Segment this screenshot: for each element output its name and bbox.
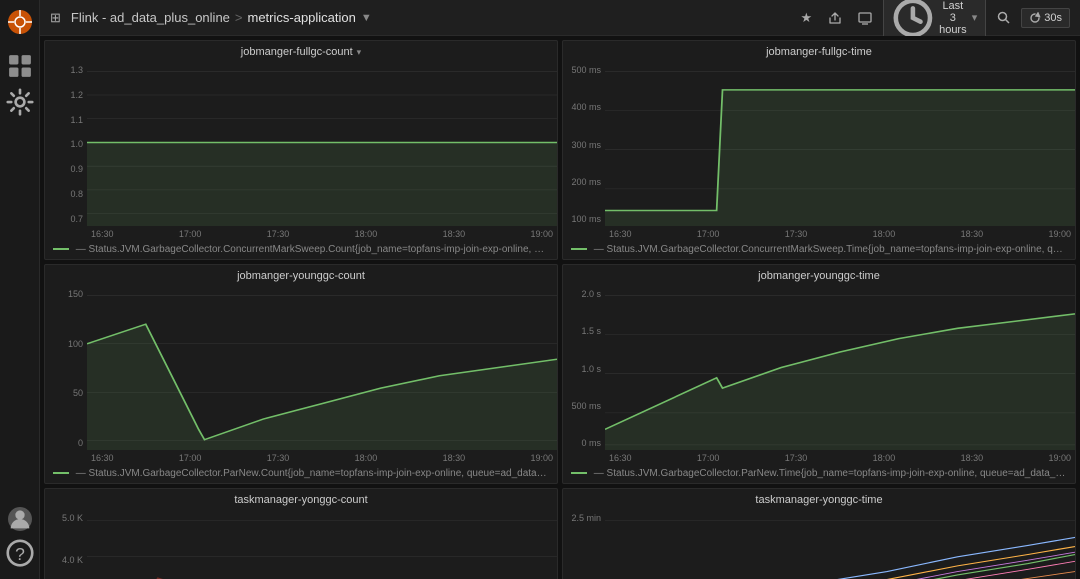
search-button[interactable] [992,8,1015,27]
sidebar: ? [0,0,40,579]
chart-svg-2 [605,61,1075,226]
legend-text-3: — Status.JVM.GarbageCollector.ParNew.Cou… [76,468,557,479]
breadcrumb-dropdown-icon[interactable]: ▼ [361,12,372,24]
panel-title-4: jobmanger-younggc-time [758,270,880,282]
chart-area-4: 16:30 17:00 17:30 18:00 18:30 19:00 [605,285,1075,466]
breadcrumb-separator: > [235,10,243,25]
legend-line-icon-4 [571,472,587,474]
panel-header-4: jobmanger-younggc-time [563,265,1075,285]
breadcrumb-current: metrics-application [248,10,356,25]
panel-taskmanager-yonggc-time: taskmanager-yonggc-time 2.5 min 1.7 min … [562,488,1076,579]
svg-text:?: ? [15,544,25,564]
panel-title-2: jobmanger-fullgc-time [766,46,872,58]
panel-header-5: taskmanager-yonggc-count [45,489,557,509]
help-icon[interactable]: ? [6,539,34,567]
chart-area-2: 16:30 17:00 17:30 18:00 18:30 19:00 [605,61,1075,242]
refresh-interval-label: 30s [1044,12,1062,24]
time-range-label: Last 3 hours [938,0,968,36]
panel-title-1: jobmanger-fullgc-count [241,46,353,58]
topbar: ⊞ Flink - ad_data_plus_online > metrics-… [40,0,1080,36]
chart-wrapper-5: 5.0 K 4.0 K 3.0 K 2.0 K 1.0 K [45,509,557,579]
chart-area-5: 16:30 17:00 17:30 18:00 18:30 19:00 [87,509,557,579]
y-axis-5: 5.0 K 4.0 K 3.0 K 2.0 K 1.0 K [45,509,87,579]
panel-header-1: jobmanger-fullgc-count ▾ [45,41,557,61]
x-axis-1: 16:30 17:00 17:30 18:00 18:30 19:00 [87,226,557,242]
panel-dropdown-icon-1[interactable]: ▾ [357,47,362,58]
chart-svg-6 [605,509,1075,579]
panel-title-5: taskmanager-yonggc-count [234,494,367,506]
panel-header-3: jobmanger-younggc-count [45,265,557,285]
panel-legend-1: — Status.JVM.GarbageCollector.Concurrent… [45,242,557,259]
x-axis-3: 16:30 17:00 17:30 18:00 18:30 19:00 [87,450,557,466]
panel-taskmanager-yonggc-count: taskmanager-yonggc-count 5.0 K 4.0 K 3.0… [44,488,558,579]
y-axis-2: 500 ms 400 ms 300 ms 200 ms 100 ms [563,61,605,242]
chart-area-1: 16:30 17:00 17:30 18:00 18:30 19:00 [87,61,557,242]
panel-jobmanger-fullgc-time: jobmanger-fullgc-time 500 ms 400 ms 300 … [562,40,1076,260]
panel-jobmanger-younggc-time: jobmanger-younggc-time 2.0 s 1.5 s 1.0 s… [562,264,1076,484]
chart-svg-5 [87,509,557,579]
dashboard-grid: jobmanger-fullgc-count ▾ 1.3 1.2 1.1 1.0… [40,36,1080,579]
breadcrumb-part1[interactable]: Flink - ad_data_plus_online [71,10,230,25]
chart-area-6: 16:30 17:00 17:30 18:00 18:30 19:00 [605,509,1075,579]
y-axis-1: 1.3 1.2 1.1 1.0 0.9 0.8 0.7 [45,61,87,242]
star-button[interactable]: ★ [796,7,818,29]
panel-title-6: taskmanager-yonggc-time [755,494,882,506]
chart-svg-4 [605,285,1075,450]
chart-wrapper-4: 2.0 s 1.5 s 1.0 s 500 ms 0 ms [563,285,1075,466]
main-content: ⊞ Flink - ad_data_plus_online > metrics-… [40,0,1080,579]
chart-area-3: 16:30 17:00 17:30 18:00 18:30 19:00 [87,285,557,466]
panel-header-6: taskmanager-yonggc-time [563,489,1075,509]
sidebar-bottom: ? [6,507,34,571]
panel-legend-2: — Status.JVM.GarbageCollector.Concurrent… [563,242,1075,259]
legend-text-4: — Status.JVM.GarbageCollector.ParNew.Tim… [594,468,1075,479]
legend-text-2: — Status.JVM.GarbageCollector.Concurrent… [594,244,1075,255]
chart-wrapper-2: 500 ms 400 ms 300 ms 200 ms 100 ms [563,61,1075,242]
refresh-button[interactable]: 30s [1021,8,1070,28]
chart-svg-3 [87,285,557,450]
legend-line-icon-1 [53,248,69,250]
breadcrumb: Flink - ad_data_plus_online > metrics-ap… [71,10,372,25]
panel-header-2: jobmanger-fullgc-time [563,41,1075,61]
y-axis-6: 2.5 min 1.7 min 50 s [563,509,605,579]
apps-icon: ⊞ [50,10,61,26]
share-button[interactable] [823,8,847,28]
x-axis-2: 16:30 17:00 17:30 18:00 18:30 19:00 [605,226,1075,242]
legend-line-icon-2 [571,248,587,250]
panel-jobmanger-fullgc-count: jobmanger-fullgc-count ▾ 1.3 1.2 1.1 1.0… [44,40,558,260]
y-axis-4: 2.0 s 1.5 s 1.0 s 500 ms 0 ms [563,285,605,466]
chart-svg-1 [87,61,557,226]
chart-wrapper-3: 150 100 50 0 [45,285,557,466]
legend-text-1: — Status.JVM.GarbageCollector.Concurrent… [76,244,557,255]
user-avatar[interactable] [8,507,32,531]
chart-wrapper-1: 1.3 1.2 1.1 1.0 0.9 0.8 0.7 [45,61,557,242]
chart-wrapper-6: 2.5 min 1.7 min 50 s [563,509,1075,579]
panel-jobmanger-younggc-count: jobmanger-younggc-count 150 100 50 0 [44,264,558,484]
gear-icon[interactable] [6,88,34,116]
home-icon[interactable] [6,52,34,80]
panel-title-3: jobmanger-younggc-count [237,270,365,282]
panel-legend-3: — Status.JVM.GarbageCollector.ParNew.Cou… [45,466,557,483]
legend-line-icon-3 [53,472,69,474]
time-range-chevron: ▾ [972,11,978,24]
y-axis-3: 150 100 50 0 [45,285,87,466]
tv-button[interactable] [853,8,877,28]
x-axis-4: 16:30 17:00 17:30 18:00 18:30 19:00 [605,450,1075,466]
panel-legend-4: — Status.JVM.GarbageCollector.ParNew.Tim… [563,466,1075,483]
grafana-logo[interactable] [6,8,34,36]
